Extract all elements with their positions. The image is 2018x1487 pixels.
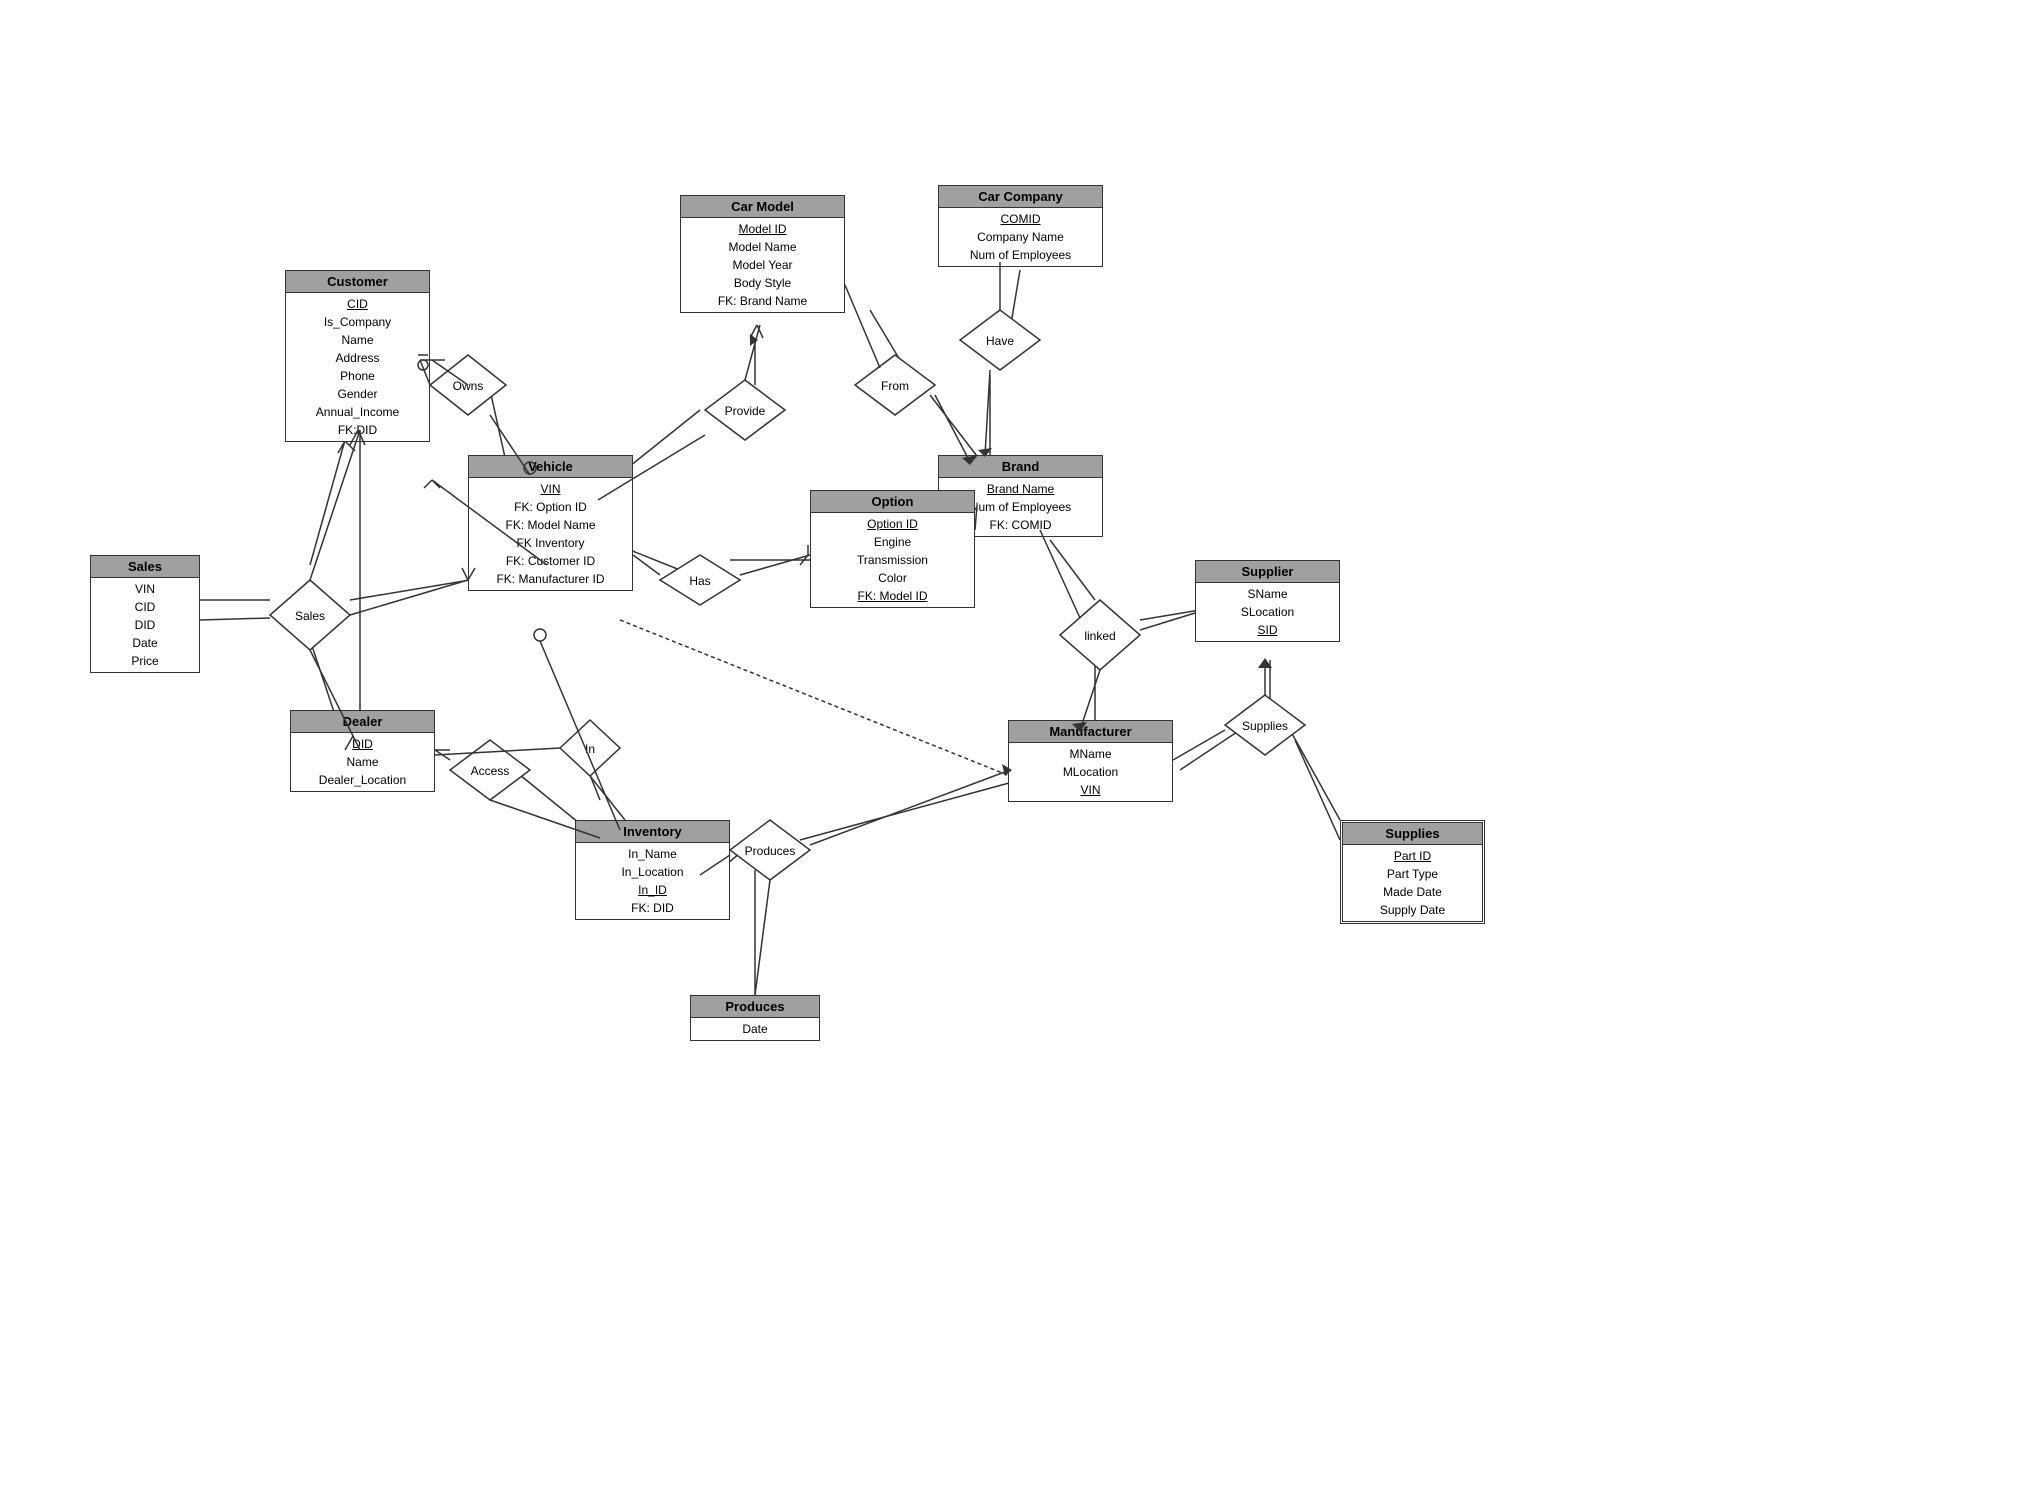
option-body: Option ID EngineTransmissionColorFK: Mod…	[811, 513, 974, 607]
diagram-container: Sales VINCIDDIDDatePrice Customer CID Is…	[0, 0, 2018, 1487]
sales-entity: Sales VINCIDDIDDatePrice	[90, 555, 200, 673]
produces-body: Date	[691, 1018, 819, 1040]
option-header: Option	[811, 491, 974, 513]
inventory-header: Inventory	[576, 821, 729, 843]
dealer-header: Dealer	[291, 711, 434, 733]
carcompany-body: COMID Company NameNum of Employees	[939, 208, 1102, 266]
produces-header: Produces	[691, 996, 819, 1018]
manufacturer-header: Manufacturer	[1009, 721, 1172, 743]
supplier-header: Supplier	[1196, 561, 1339, 583]
vehicle-header: Vehicle	[469, 456, 632, 478]
carcompany-entity: Car Company COMID Company NameNum of Emp…	[938, 185, 1103, 267]
manufacturer-entity: Manufacturer MNameMLocationVIN	[1008, 720, 1173, 802]
dealer-entity: Dealer DID NameDealer_Location	[290, 710, 435, 792]
carmodel-body: Model ID Model NameModel YearBody StyleF…	[681, 218, 844, 312]
supplies-body: Part ID Part TypeMade DateSupply Date	[1343, 845, 1482, 921]
dealer-body: DID NameDealer_Location	[291, 733, 434, 791]
customer-body: CID Is_CompanyNameAddressPhoneGenderAnnu…	[286, 293, 429, 441]
carmodel-header: Car Model	[681, 196, 844, 218]
option-entity: Option Option ID EngineTransmissionColor…	[810, 490, 975, 608]
inventory-body: In_NameIn_LocationIn_IDFK: DID	[576, 843, 729, 919]
supplier-body: SNameSLocationSID	[1196, 583, 1339, 641]
vehicle-body: VIN FK: Option IDFK: Model NameFK Invent…	[469, 478, 632, 590]
vehicle-entity: Vehicle VIN FK: Option IDFK: Model NameF…	[468, 455, 633, 591]
carmodel-entity: Car Model Model ID Model NameModel YearB…	[680, 195, 845, 313]
carcompany-header: Car Company	[939, 186, 1102, 208]
sales-body: VINCIDDIDDatePrice	[91, 578, 199, 672]
sales-header: Sales	[91, 556, 199, 578]
brand-header: Brand	[939, 456, 1102, 478]
customer-header: Customer	[286, 271, 429, 293]
customer-entity: Customer CID Is_CompanyNameAddressPhoneG…	[285, 270, 430, 442]
supplier-entity: Supplier SNameSLocationSID	[1195, 560, 1340, 642]
supplies-header: Supplies	[1343, 823, 1482, 845]
produces-entity: Produces Date	[690, 995, 820, 1041]
manufacturer-body: MNameMLocationVIN	[1009, 743, 1172, 801]
inventory-entity: Inventory In_NameIn_LocationIn_IDFK: DID	[575, 820, 730, 920]
supplies-entity: Supplies Part ID Part TypeMade DateSuppl…	[1340, 820, 1485, 924]
